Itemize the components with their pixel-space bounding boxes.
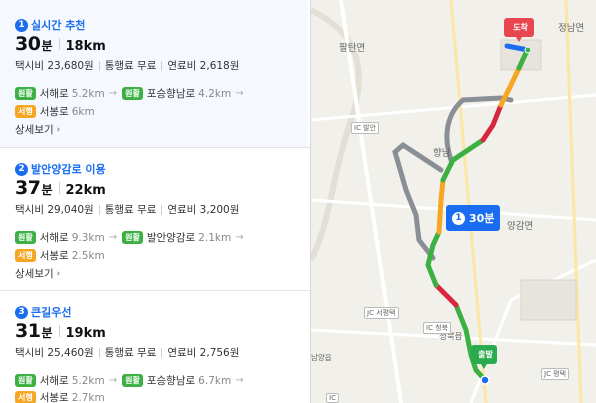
traffic-badge: 서행 bbox=[15, 105, 36, 118]
origin-label: 출발 bbox=[478, 350, 493, 359]
map-label-namyang: 남양읍 bbox=[311, 353, 332, 362]
route-2-detail-link[interactable]: 상세보기 › bbox=[15, 266, 60, 281]
ic-label-palgok: IC bbox=[326, 393, 339, 403]
route-3-taxi-fare: 택시비 25,460원 bbox=[15, 347, 94, 359]
chevron-right-icon: › bbox=[56, 124, 61, 135]
ic-label-balan: IC 발안 bbox=[351, 122, 380, 134]
route-1-index: 1 bbox=[15, 18, 28, 32]
route-1-roads-line-1: 원활 서해로 5.2km → 원활 포승향남로 4.2km → bbox=[15, 86, 249, 101]
route-2-min-unit: 분 bbox=[41, 183, 53, 197]
map-label-paltan: 팔탄면 bbox=[339, 43, 366, 54]
route-3-distance: 19km bbox=[65, 326, 106, 341]
route-3-fuel: 연료비 2,756원 bbox=[167, 347, 240, 359]
route-2-toll: 통행료 무료 bbox=[104, 204, 157, 216]
arrow-right-icon: → bbox=[108, 375, 118, 386]
route-3-summary: 31 분 19km bbox=[15, 320, 106, 342]
route-2-roads-line-1: 원활 서해로 9.3km → 원활 발안양감로 2.1km → bbox=[15, 230, 249, 245]
traffic-badge: 원활 bbox=[15, 87, 36, 100]
route-3-index: 3 bbox=[15, 305, 28, 319]
arrow-right-icon: → bbox=[235, 375, 244, 386]
chevron-right-icon: › bbox=[56, 268, 61, 279]
route-2-minutes: 37 bbox=[15, 177, 41, 199]
map-label-hyangnam: 향남 bbox=[433, 148, 451, 159]
route-3-title: 큰길우선 bbox=[31, 306, 72, 319]
route-3-roads-line-1: 원활 서해로 5.2km → 원활 포승향남로 6.7km → bbox=[15, 373, 249, 388]
route-2-fees: 택시비 29,040원 통행료 무료 연료비 3,200원 bbox=[15, 202, 239, 217]
route-3-minutes: 31 bbox=[15, 320, 41, 342]
route-3-fees: 택시비 25,460원 통행료 무료 연료비 2,756원 bbox=[15, 345, 239, 360]
ic-label-pyeongtaek: JC 평택 bbox=[541, 368, 570, 380]
arrow-right-icon: → bbox=[108, 88, 118, 99]
route-time-callout[interactable]: 1 30분 bbox=[446, 205, 501, 231]
origin-dot bbox=[480, 375, 490, 385]
traffic-badge: 원활 bbox=[122, 231, 143, 244]
route-1-fuel: 연료비 2,618원 bbox=[167, 60, 240, 72]
route-1-summary: 30 분 18km bbox=[15, 33, 106, 55]
route-list-panel: 1 실시간 추천 30 분 18km 택시비 23,680원 통행료 무료 연료… bbox=[0, 0, 311, 403]
route-2-taxi-fare: 택시비 29,040원 bbox=[15, 204, 94, 216]
arrow-right-icon: → bbox=[235, 232, 244, 243]
route-1-header: 1 실시간 추천 bbox=[15, 17, 85, 33]
traffic-badge: 원활 bbox=[15, 374, 36, 387]
route-3-header: 3 큰길우선 bbox=[15, 304, 71, 320]
route-2-summary: 37 분 22km bbox=[15, 177, 106, 199]
route-3-toll: 통행료 무료 bbox=[104, 347, 157, 359]
route-3-min-unit: 분 bbox=[41, 326, 53, 340]
traffic-badge: 원활 bbox=[122, 374, 143, 387]
map-canvas[interactable] bbox=[311, 0, 596, 403]
route-2-index: 2 bbox=[15, 162, 28, 176]
traffic-badge: 원활 bbox=[122, 87, 143, 100]
map-view[interactable]: 도착 출발 팔탄면 정남면 양감면 향남 청북읍 남양읍 IC 발안 JC 서평… bbox=[311, 0, 596, 403]
arrow-right-icon: → bbox=[108, 232, 118, 243]
map-label-jeongnam: 정남면 bbox=[558, 23, 585, 34]
route-1-distance: 18km bbox=[65, 39, 106, 54]
traffic-badge: 서행 bbox=[15, 391, 36, 403]
route-2-title: 발안양감로 이용 bbox=[31, 163, 106, 176]
route-3-roads-line-2: 서행 서봉로 2.7km bbox=[15, 390, 105, 403]
route-1-toll: 통행료 무료 bbox=[104, 60, 157, 72]
route-1-title: 실시간 추천 bbox=[31, 19, 86, 32]
route-2-roads-line-2: 서행 서봉로 2.5km bbox=[15, 248, 105, 263]
arrow-right-icon: → bbox=[235, 88, 244, 99]
route-1-minutes: 30 bbox=[15, 33, 41, 55]
callout-time: 30분 bbox=[469, 212, 495, 225]
route-1-roads-line-2: 서행 서봉로 6km bbox=[15, 104, 95, 119]
traffic-badge: 서행 bbox=[15, 249, 36, 262]
destination-label: 도착 bbox=[513, 23, 528, 32]
ic-label-seopyeongtaek: JC 서평택 bbox=[364, 307, 399, 319]
map-label-yanggam: 양감면 bbox=[507, 221, 534, 232]
route-1-fees: 택시비 23,680원 통행료 무료 연료비 2,618원 bbox=[15, 58, 239, 73]
route-2-fuel: 연료비 3,200원 bbox=[167, 204, 240, 216]
route-1-taxi-fare: 택시비 23,680원 bbox=[15, 60, 94, 72]
route-1-detail-link[interactable]: 상세보기 › bbox=[15, 122, 60, 137]
ic-label-cheongbuk: IC 청북 bbox=[423, 322, 452, 334]
callout-index: 1 bbox=[452, 211, 465, 225]
traffic-badge: 원활 bbox=[15, 231, 36, 244]
route-2-distance: 22km bbox=[65, 183, 106, 198]
route-1-min-unit: 분 bbox=[41, 39, 53, 53]
route-2-header: 2 발안양감로 이용 bbox=[15, 161, 106, 177]
